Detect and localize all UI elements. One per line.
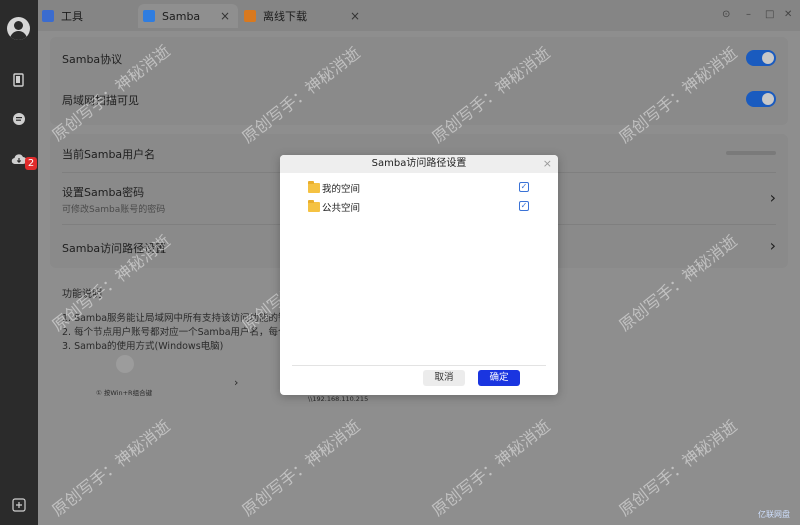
tools-icon xyxy=(42,10,54,22)
set-password-label[interactable]: 设置Samba密码 xyxy=(62,184,144,200)
step-hint: ① 按Win+R组合键 xyxy=(96,389,153,397)
function-line: 3. Samba的使用方式(Windows电脑) xyxy=(62,341,224,352)
protocol-card: Samba协议 局域网扫描可见 xyxy=(50,37,788,125)
public-space-checkbox[interactable]: ✓ xyxy=(519,201,529,211)
device-icon[interactable] xyxy=(9,70,29,90)
lan-visible-label: 局域网扫描可见 xyxy=(62,94,139,107)
dialog-title: Samba访问路径设置 xyxy=(280,155,558,173)
add-icon[interactable] xyxy=(9,495,29,515)
tab-tools[interactable]: 工具 xyxy=(42,4,138,28)
folder-icon xyxy=(308,181,320,193)
close-icon[interactable]: × xyxy=(350,9,360,23)
folder-label: 公共空间 xyxy=(322,203,361,214)
current-user-label: 当前Samba用户名 xyxy=(62,148,156,161)
tab-label: 工具 xyxy=(61,10,83,23)
access-path-label[interactable]: Samba访问路径设置 xyxy=(62,240,166,256)
samba-icon xyxy=(143,10,155,22)
chevron-right-icon: › xyxy=(234,376,239,389)
left-rail: 2 xyxy=(0,0,38,525)
function-line: 1. Samba服务能让局域网中所有支持该访问功能的智能 xyxy=(62,313,298,324)
folder-label: 我的空间 xyxy=(322,184,361,195)
set-password-sub: 可修改Samba账号的密码 xyxy=(62,205,166,215)
download-icon xyxy=(244,10,256,22)
cancel-button[interactable]: 取消 xyxy=(423,370,465,386)
close-icon[interactable]: × xyxy=(220,9,230,23)
tab-samba[interactable]: Samba × xyxy=(138,4,238,28)
folder-icon xyxy=(308,200,320,212)
close-icon[interactable]: × xyxy=(543,157,552,170)
tab-label: 离线下载 xyxy=(263,10,307,23)
my-space-checkbox[interactable]: ✓ xyxy=(519,182,529,192)
tab-label: Samba xyxy=(162,9,201,23)
dialog-divider xyxy=(292,365,546,366)
lan-visible-toggle[interactable] xyxy=(746,91,776,107)
keyboard-icon xyxy=(116,355,134,373)
samba-protocol-label: Samba协议 xyxy=(62,53,123,66)
username-value xyxy=(726,151,776,155)
chevron-right-icon[interactable]: › xyxy=(770,236,776,255)
avatar[interactable] xyxy=(7,17,30,40)
settings-icon[interactable]: ⊙ xyxy=(722,9,730,20)
tab-bar: 工具 Samba × 离线下载 × ⊙ – □ ✕ xyxy=(38,0,800,31)
samba-protocol-toggle[interactable] xyxy=(746,50,776,66)
tab-offline-download[interactable]: 离线下载 × xyxy=(242,4,360,28)
folder-item-public-space[interactable]: 公共空间 xyxy=(308,200,360,214)
message-icon[interactable] xyxy=(9,109,29,129)
brand-logo: 亿联网盘 xyxy=(758,510,790,519)
chevron-right-icon[interactable]: › xyxy=(770,188,776,207)
access-path-dialog: Samba访问路径设置 × 我的空间 ✓ 公共空间 ✓ 取消 确定 xyxy=(280,155,558,395)
maximize-icon[interactable]: □ xyxy=(765,9,774,20)
folder-item-my-space[interactable]: 我的空间 xyxy=(308,181,360,195)
ip-address: \\192.168.110.215 xyxy=(308,395,369,403)
minimize-icon[interactable]: – xyxy=(746,9,751,20)
function-title: 功能说明 xyxy=(62,289,102,300)
close-window-icon[interactable]: ✕ xyxy=(784,9,792,20)
function-line: 2. 每个节点用户账号都对应一个Samba用户名，每个用 xyxy=(62,327,298,338)
confirm-button[interactable]: 确定 xyxy=(478,370,520,386)
notification-badge: 2 xyxy=(25,157,37,170)
